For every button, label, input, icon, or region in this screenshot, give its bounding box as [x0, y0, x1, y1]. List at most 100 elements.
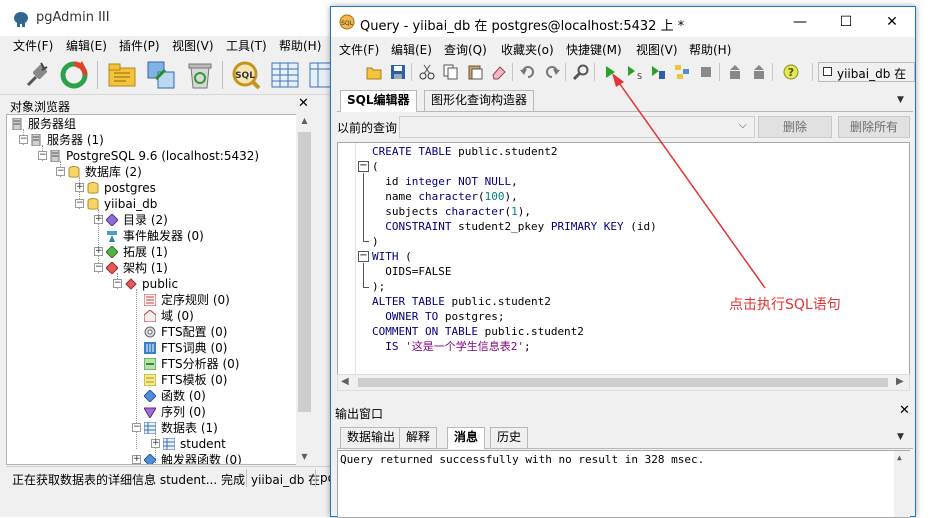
tree-collapse-toggle[interactable]: −: [19, 135, 28, 144]
main-menu-view[interactable]: 视图(V): [172, 37, 214, 54]
query-menu-help[interactable]: 帮助(H): [689, 41, 731, 58]
clear-eraser-icon[interactable]: [491, 64, 507, 80]
main-menu-edit[interactable]: 编辑(E): [66, 37, 107, 54]
delete-all-button[interactable]: 删除所有: [838, 116, 910, 138]
output-vertical-scrollbar[interactable]: ▲: [894, 451, 910, 517]
query-menu-macros[interactable]: 快捷键(M): [566, 41, 622, 58]
output-tab[interactable]: 数据输出: [340, 427, 403, 448]
status-message: 正在获取数据表的详细信息 student... 完成: [12, 473, 245, 487]
properties-folder-icon[interactable]: [106, 59, 138, 91]
query-menu-query[interactable]: 查询(Q): [444, 41, 487, 58]
drop-object-recycle-icon[interactable]: [184, 59, 216, 91]
query-menu-favourites[interactable]: 收藏夹(o): [501, 41, 554, 58]
query-menu-view[interactable]: 视图(V): [636, 41, 678, 58]
fts-dictionary-icon: [144, 342, 156, 354]
tree-vertical-scrollbar[interactable]: ▲ ▼: [296, 114, 313, 465]
cut-icon[interactable]: [419, 64, 435, 80]
tab-graphical-query-builder[interactable]: 图形化查询构造器: [424, 90, 535, 111]
tree-collapse-toggle[interactable]: −: [75, 199, 84, 208]
tree-expand-toggle[interactable]: +: [75, 183, 84, 192]
paste-icon[interactable]: [467, 64, 483, 80]
tree-node-label: 数据库 (2): [85, 165, 142, 179]
minimize-button[interactable]: —: [777, 7, 823, 37]
tab-sql-editor[interactable]: SQL编辑器: [340, 90, 417, 112]
output-tab[interactable]: 消息: [447, 427, 486, 449]
output-tabs: 数据输出 解释 消息 历史 ▼: [337, 427, 913, 449]
main-menu-plugins[interactable]: 插件(P): [119, 37, 160, 54]
scroll-right-arrow-icon[interactable]: ▶: [896, 376, 904, 387]
query-menu-file[interactable]: 文件(F): [339, 41, 379, 58]
tree-node-label: FTS分析器 (0): [161, 357, 240, 371]
sql-query-tool-icon[interactable]: SQL: [230, 59, 262, 91]
find-icon[interactable]: [573, 64, 589, 80]
main-menu-help[interactable]: 帮助(H): [279, 37, 321, 54]
create-object-icon[interactable]: [145, 59, 177, 91]
tree-node-label: 序列 (0): [161, 405, 206, 419]
object-browser-close-icon[interactable]: ✕: [298, 96, 309, 111]
close-button[interactable]: ✕: [869, 7, 915, 37]
redo-icon[interactable]: [544, 64, 560, 80]
tree-node-label: 服务器组: [28, 117, 77, 131]
object-browser-tree[interactable]: 服务器组 − 服务器 (1) − PostgreSQL 9.6 (localho…: [6, 114, 306, 465]
fold-line: [363, 263, 364, 287]
tree-expand-toggle[interactable]: +: [151, 439, 160, 448]
scroll-left-arrow-icon[interactable]: ◀: [341, 376, 349, 387]
toolbar-separator: [565, 63, 566, 81]
maximize-button[interactable]: ☐: [823, 7, 869, 37]
save-icon[interactable]: [390, 64, 406, 80]
editor-horizontal-scrollbar[interactable]: ◀ ▶: [337, 374, 910, 391]
main-toolbar: SQL: [0, 55, 337, 95]
tree-collapse-toggle[interactable]: −: [38, 151, 47, 160]
main-menu-tools[interactable]: 工具(T): [226, 37, 267, 54]
annotation-label: 点击执行SQL语句: [729, 297, 841, 313]
tree-expand-toggle[interactable]: +: [94, 215, 103, 224]
main-menu-file[interactable]: 文件(F): [13, 37, 53, 54]
connect-plug-icon[interactable]: [20, 59, 52, 91]
database-connection-select[interactable]: yiibai_db 在: [818, 62, 915, 82]
refresh-icon[interactable]: [58, 59, 90, 91]
tree-expand-toggle[interactable]: +: [94, 247, 103, 256]
code-fold-toggle[interactable]: −: [358, 161, 369, 172]
tree-collapse-toggle[interactable]: −: [113, 279, 122, 288]
output-message-area[interactable]: Query returned successfully with no resu…: [337, 450, 910, 518]
toolbar-separator: [411, 63, 412, 81]
main-status-bar: 正在获取数据表的详细信息 student... 完成 yiibai_db 在 p…: [6, 466, 335, 488]
database-icon: [87, 182, 99, 194]
scrollbar-thumb[interactable]: [298, 132, 311, 412]
sequence-icon: [144, 407, 156, 418]
previous-queries-label: 以前的查询: [337, 121, 398, 135]
help-icon[interactable]: ?: [783, 64, 799, 80]
tree-expand-toggle[interactable]: +: [132, 455, 141, 464]
scroll-up-arrow-icon[interactable]: ▲: [897, 453, 902, 462]
svg-text:SQL: SQL: [341, 20, 354, 27]
copy-icon[interactable]: [443, 64, 459, 80]
query-window-title: Query - yiibai_db 在 postgres@localhost:5…: [360, 19, 685, 34]
view-data-grid-icon[interactable]: [269, 59, 301, 91]
output-tab[interactable]: 解释: [399, 427, 438, 448]
tree-node-label: FTS配置 (0): [161, 325, 228, 339]
tabs-dropdown-icon[interactable]: ▼: [897, 95, 904, 105]
tree-node-label: public: [142, 277, 179, 291]
status-divider: [315, 469, 316, 487]
toolbar-separator: [812, 63, 813, 81]
tree-collapse-toggle[interactable]: −: [56, 167, 65, 176]
query-menu-edit[interactable]: 编辑(E): [391, 41, 432, 58]
scroll-down-arrow-icon[interactable]: ▼: [298, 452, 311, 462]
tree-collapse-toggle[interactable]: −: [132, 423, 141, 432]
scrollbar-thumb[interactable]: [358, 378, 888, 387]
servers-icon: [31, 134, 41, 146]
object-browser-title: 对象浏览器: [10, 100, 71, 114]
undo-icon[interactable]: [520, 64, 536, 80]
output-tab[interactable]: 历史: [490, 427, 529, 448]
tree-collapse-toggle[interactable]: −: [94, 263, 103, 272]
tree-node-label: 触发器函数 (0): [161, 453, 242, 465]
tabs-dropdown-icon[interactable]: ▼: [897, 432, 904, 442]
tree-node-label: 架构 (1): [123, 261, 168, 275]
open-file-icon[interactable]: [366, 64, 382, 80]
schema-icon: [125, 278, 137, 290]
fts-parser-icon: [144, 358, 156, 370]
output-pane-close-icon[interactable]: ✕: [899, 403, 910, 418]
scroll-up-arrow-icon[interactable]: ▲: [298, 116, 311, 126]
code-fold-toggle[interactable]: −: [358, 251, 369, 262]
query-title-bar: SQL Query - yiibai_db 在 postgres@localho…: [331, 7, 915, 37]
